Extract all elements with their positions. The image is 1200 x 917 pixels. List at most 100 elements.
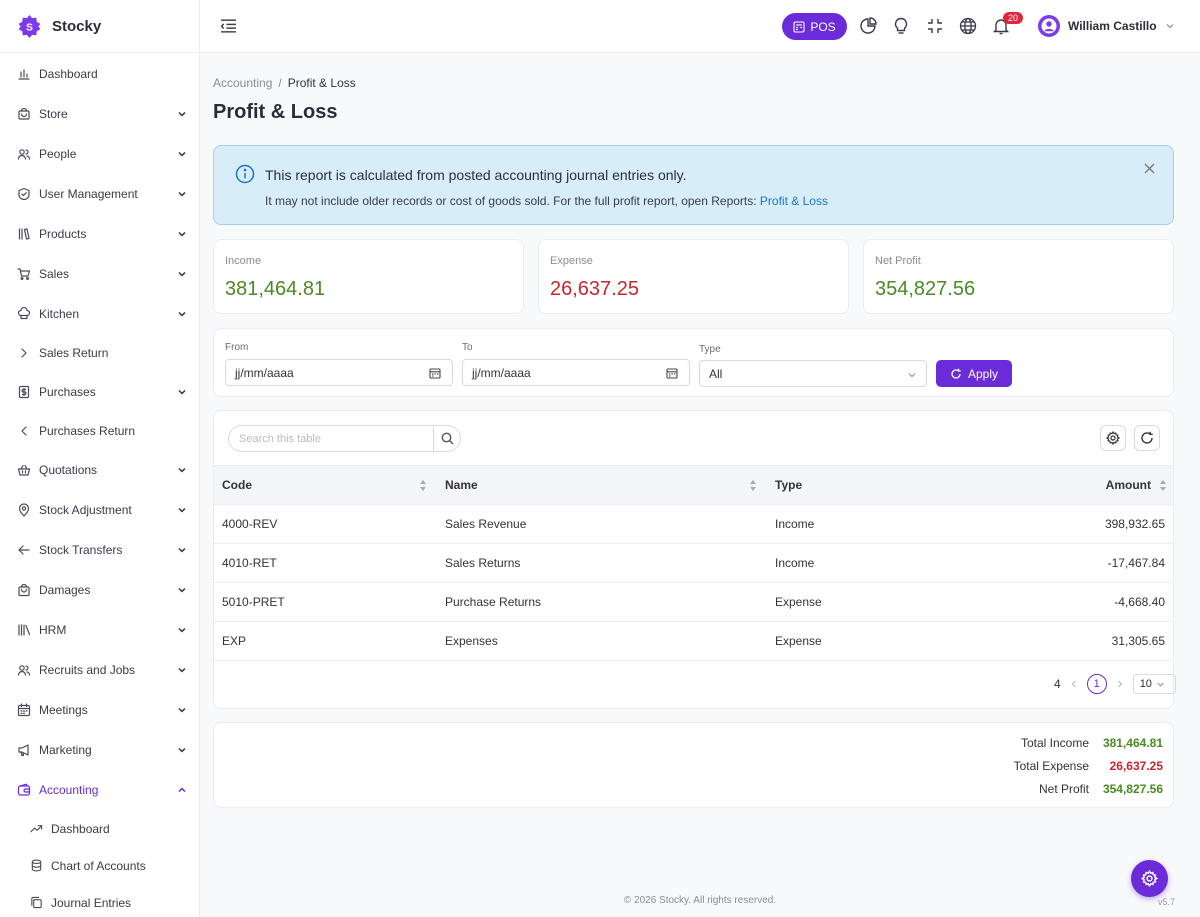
page-size-select[interactable]: 10 (1132, 674, 1176, 694)
sidebar-item-hrm[interactable]: HRM (0, 610, 199, 650)
breadcrumb: Accounting / Profit & Loss (213, 76, 356, 90)
search-button[interactable] (433, 426, 460, 451)
lightbulb-icon[interactable] (892, 17, 910, 35)
cell-code: EXP (214, 621, 437, 661)
to-date-input[interactable]: jj/mm/aaaa (462, 359, 690, 386)
breadcrumb-parent[interactable]: Accounting (213, 76, 272, 90)
total-income-value: 381,464.81 (1102, 736, 1163, 750)
customizer-button[interactable] (1131, 860, 1168, 897)
sidebar-item-user-management[interactable]: User Management (0, 174, 199, 214)
sidebar-item-sales[interactable]: Sales (0, 254, 199, 294)
alert-body-text: It may not include older records or cost… (265, 194, 757, 208)
sidebar-item-store[interactable]: Store (0, 94, 199, 134)
sidebar-item-meetings[interactable]: Meetings (0, 690, 199, 730)
sort-icon[interactable] (419, 479, 427, 492)
globe-icon[interactable] (959, 17, 977, 35)
sidebar-item-purchases-return[interactable]: Purchases Return (0, 412, 199, 450)
arrow-left-icon (18, 545, 30, 555)
apply-button[interactable]: Apply (936, 360, 1012, 387)
bag-icon (18, 583, 30, 597)
table-row[interactable]: 4010-RET Sales Returns Income -17,467.84 (214, 543, 1173, 583)
brand[interactable]: S Stocky (0, 0, 199, 53)
sidebar-item-purchases[interactable]: Purchases (0, 372, 199, 412)
sort-icon[interactable] (749, 479, 757, 492)
sidebar-item-stock-transfers[interactable]: Stock Transfers (0, 530, 199, 570)
page-size-value: 10 (1139, 678, 1152, 690)
accounting-submenu: Dashboard Chart of Accounts Journal Entrie… (0, 810, 199, 917)
sidebar-item-sales-return[interactable]: Sales Return (0, 334, 199, 372)
submenu-item-chart-of-accounts[interactable]: Chart of Accounts (0, 847, 199, 884)
calendar-icon[interactable] (666, 367, 678, 379)
chevron-left-icon[interactable] (1069, 679, 1079, 689)
receipt-icon (18, 385, 30, 399)
sidebar-item-marketing[interactable]: Marketing (0, 730, 199, 770)
search-input[interactable] (229, 426, 434, 451)
chevron-down-icon (178, 667, 186, 673)
shield-icon (18, 187, 30, 201)
sidebar-item-accounting[interactable]: Accounting (0, 770, 199, 810)
sidebar-item-label: Quotations (39, 463, 98, 477)
expense-stat-card: Expense 26,637.25 (538, 239, 849, 314)
cell-amount: 398,932.65 (947, 504, 1173, 544)
type-select-value: All (709, 366, 723, 381)
table-row[interactable]: 5010-PRET Purchase Returns Expense -4,668.4… (214, 582, 1173, 622)
user-menu[interactable]: William Castillo (1038, 15, 1175, 37)
calendar-icon[interactable] (429, 367, 441, 379)
menu-toggle-icon[interactable] (220, 18, 237, 34)
cell-type: Expense (767, 621, 947, 661)
people-icon (17, 149, 31, 160)
chevron-down-icon (178, 111, 186, 117)
table-row[interactable]: 4000-REV Sales Revenue Income 398,932.65 (214, 504, 1173, 544)
sidebar-item-dashboard[interactable]: Dashboard (0, 54, 199, 94)
chevron-down-icon (178, 587, 186, 593)
submenu-item-dashboard[interactable]: Dashboard (0, 810, 199, 847)
sort-icon[interactable] (1159, 479, 1167, 492)
sidebar-item-label: Dashboard (39, 67, 98, 81)
net-profit-row: Net Profit 354,827.56 (1039, 782, 1163, 796)
column-header-code[interactable]: Code (214, 465, 437, 505)
cell-name: Purchase Returns (437, 582, 767, 622)
page-button[interactable]: 1 (1086, 674, 1107, 694)
sidebar-item-kitchen[interactable]: Kitchen (0, 294, 199, 334)
sidebar-item-stock-adjustment[interactable]: Stock Adjustment (0, 490, 199, 530)
type-select[interactable]: All (699, 360, 927, 387)
table-row[interactable]: EXP Expenses Expense 31,305.65 (214, 621, 1173, 661)
sidebar-item-quotations[interactable]: Quotations (0, 450, 199, 490)
cell-amount: -17,467.84 (947, 543, 1173, 583)
column-header-name[interactable]: Name (437, 465, 767, 505)
pos-button[interactable]: POS (782, 13, 847, 40)
sidebar-item-people[interactable]: People (0, 134, 199, 174)
trend-up-icon (30, 825, 43, 833)
chevron-down-icon (178, 311, 186, 317)
chevron-down-icon (178, 627, 186, 633)
sidebar-item-recruits-and-jobs[interactable]: Recruits and Jobs (0, 650, 199, 690)
column-header-amount[interactable]: Amount (947, 465, 1173, 505)
reload-button[interactable] (1134, 425, 1160, 451)
library-icon (18, 624, 31, 636)
chevron-down-icon (178, 747, 186, 753)
fullscreen-icon[interactable] (926, 17, 944, 35)
column-header-type[interactable]: Type (767, 465, 947, 505)
to-label: To (462, 342, 473, 353)
svg-text:S: S (26, 22, 33, 33)
location-icon (18, 503, 30, 517)
from-date-input[interactable]: jj/mm/aaaa (225, 359, 453, 386)
chevron-right-icon[interactable] (1115, 679, 1125, 689)
alert-report-link[interactable]: Profit & Loss (760, 194, 828, 208)
pie-chart-icon[interactable] (859, 17, 877, 35)
sidebar-item-damages[interactable]: Damages (0, 570, 199, 610)
copy-icon (31, 896, 42, 909)
cell-type: Expense (767, 582, 947, 622)
gear-icon (1141, 870, 1158, 887)
sidebar-item-label: Products (39, 227, 87, 241)
cell-code: 5010-PRET (214, 582, 437, 622)
column-settings-button[interactable] (1100, 425, 1126, 451)
cell-name: Expenses (437, 621, 767, 661)
accounts-table-card: Code Name Type Amount 4000-REVSales Reve… (213, 410, 1176, 709)
sidebar-item-label: Accounting (39, 783, 99, 797)
close-icon[interactable] (1144, 163, 1155, 174)
people-icon (17, 665, 31, 676)
submenu-item-journal-entries[interactable]: Journal Entries (0, 884, 199, 917)
pagination: 4 1 10 (1054, 674, 1176, 694)
sidebar-item-products[interactable]: Products (0, 214, 199, 254)
